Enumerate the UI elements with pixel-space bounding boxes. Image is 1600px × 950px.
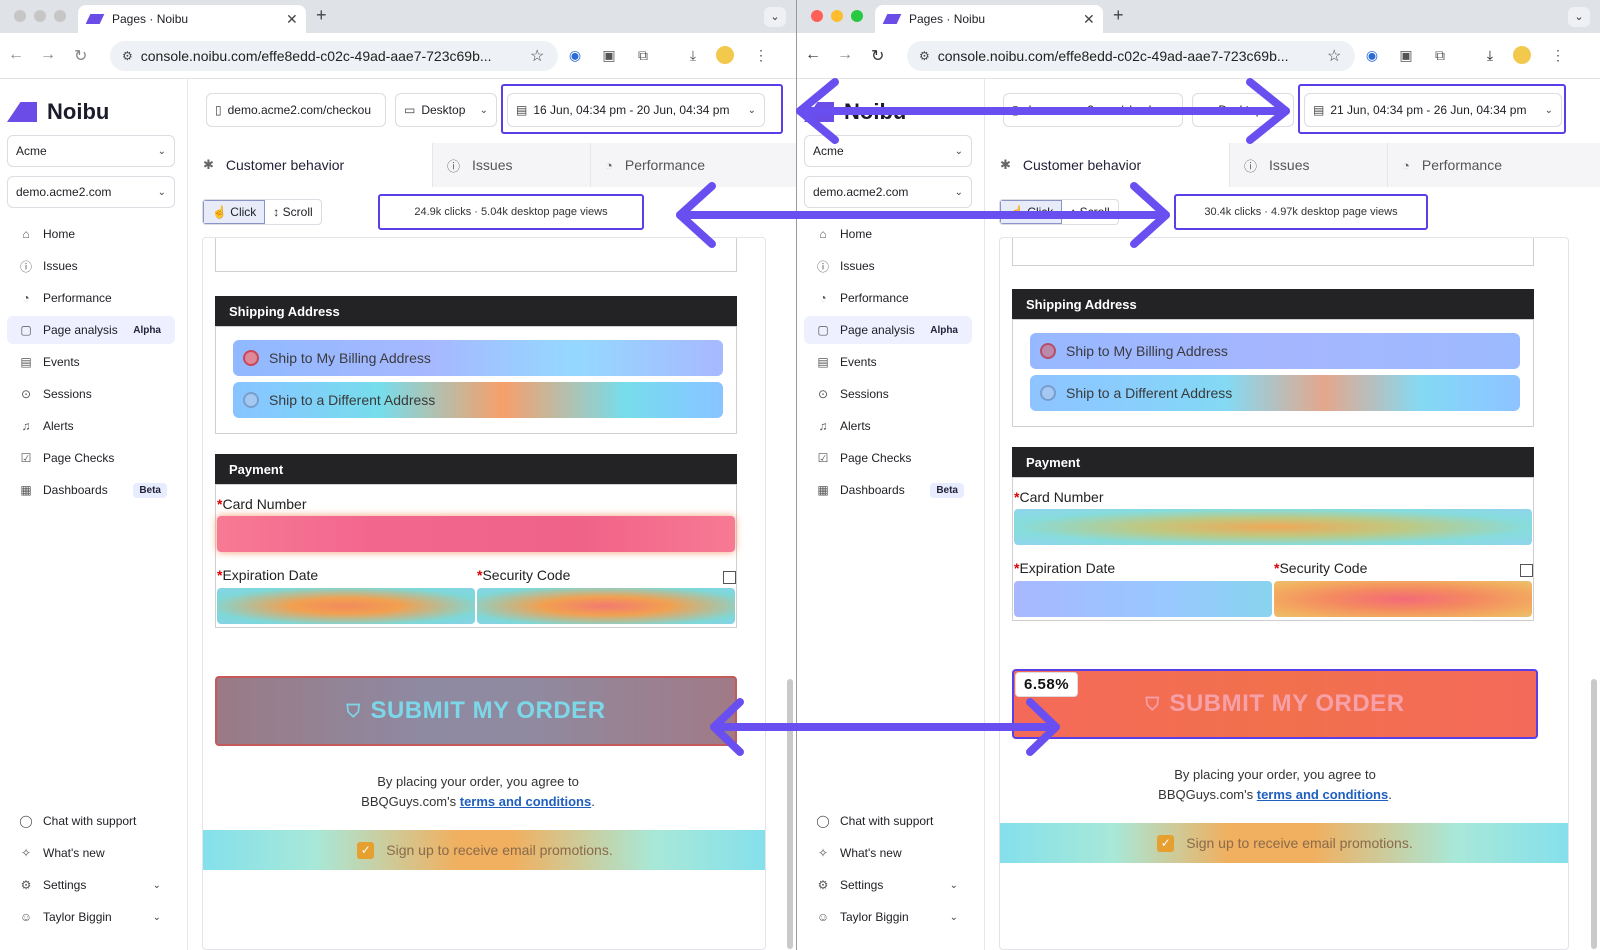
comparison-arrows-overlay: [676, 78, 1290, 756]
stats-compare-arrow: [676, 182, 1170, 248]
date-compare-arrow: [796, 78, 1290, 144]
submit-compare-arrow: [710, 698, 1060, 756]
